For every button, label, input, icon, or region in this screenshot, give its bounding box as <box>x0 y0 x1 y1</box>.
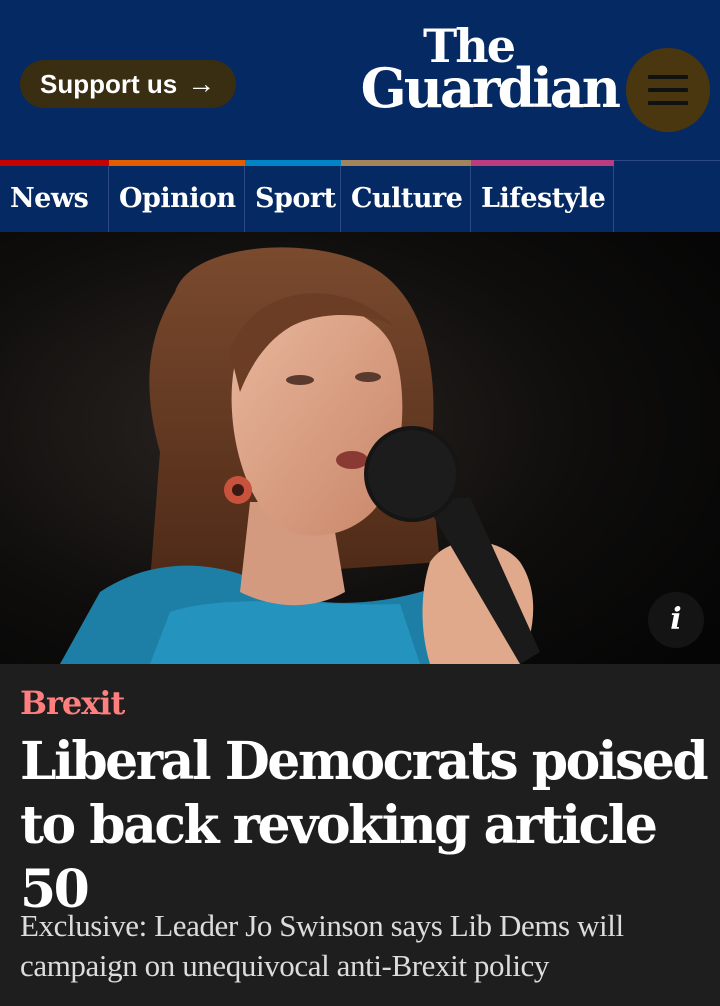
standfirst-line-1: Exclusive: Leader Jo Swinson says Lib De… <box>20 908 624 943</box>
pillar-stripe-culture <box>341 160 471 166</box>
support-us-label: Support us <box>40 68 178 99</box>
standfirst-line-2: campaign on unequivocal anti-Brexit poli… <box>20 948 549 983</box>
pillar-stripe-lifestyle <box>471 160 614 166</box>
nav-item-label: Lifestyle <box>481 183 606 214</box>
pillar-stripe-opinion <box>109 160 245 166</box>
nav-item-label: Culture <box>351 183 463 214</box>
guardian-logo[interactable]: The Guardian <box>344 20 624 120</box>
nav-item-label: Opinion <box>119 183 236 214</box>
headline-line-1: Liberal Democrats poised <box>20 731 709 792</box>
standfirst: Exclusive: Leader Jo Swinson says Lib De… <box>20 906 710 986</box>
nav-item-lifestyle[interactable]: Lifestyle <box>471 160 614 233</box>
masthead: Support us → The Guardian <box>0 0 720 160</box>
headline[interactable]: Liberal Democrats poised to back revokin… <box>20 730 710 922</box>
primary-nav: News Opinion Sport Culture Lifestyle <box>0 160 720 233</box>
nav-item-opinion[interactable]: Opinion <box>109 160 245 233</box>
headline-line-2: to back revoking article 50 <box>20 795 658 920</box>
support-us-button[interactable]: Support us → <box>20 60 236 108</box>
nav-item-label: News <box>10 183 89 214</box>
pillar-stripe-news <box>0 160 109 166</box>
menu-button[interactable] <box>626 48 710 132</box>
speaker-photo <box>0 232 720 664</box>
nav-item-label: Sport <box>255 183 336 214</box>
pillar-stripe-sport <box>245 160 341 166</box>
logo-line-guardian: Guardian <box>360 56 621 120</box>
section-kicker[interactable]: Brexit <box>20 684 125 722</box>
article-hero-image <box>0 232 720 664</box>
nav-item-news[interactable]: News <box>0 160 109 233</box>
image-info-button[interactable]: i <box>648 592 704 648</box>
arrow-right-icon: → <box>187 68 216 99</box>
nav-item-culture[interactable]: Culture <box>341 160 471 233</box>
nav-item-sport[interactable]: Sport <box>245 160 341 233</box>
